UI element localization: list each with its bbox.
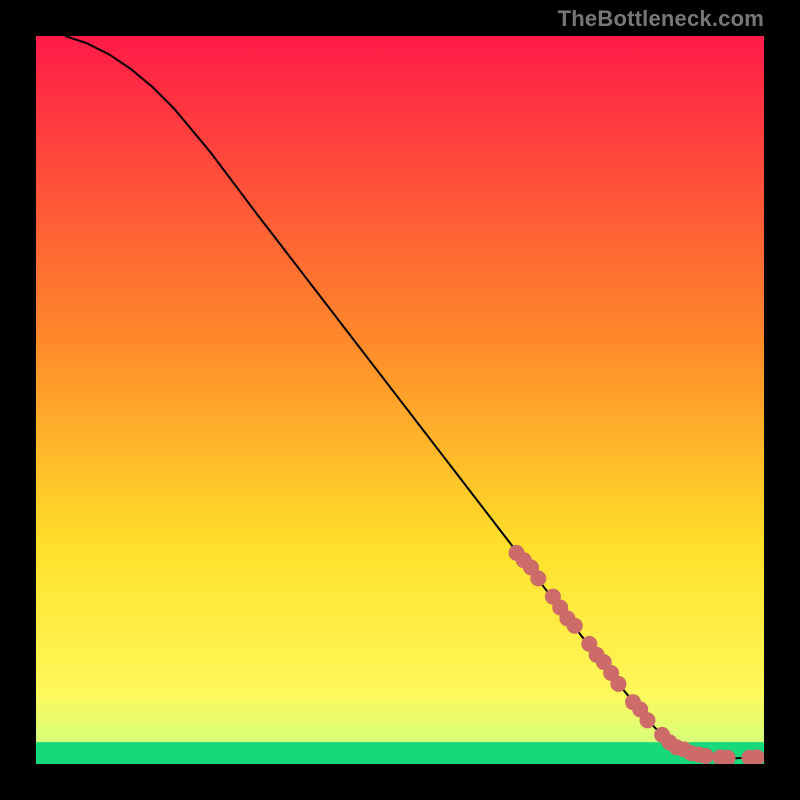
watermark-label: TheBottleneck.com <box>558 6 764 32</box>
highlight-marker <box>749 750 764 764</box>
highlight-marker <box>531 571 546 586</box>
highlight-marker <box>698 749 713 764</box>
chart-stage: TheBottleneck.com <box>0 0 800 800</box>
highlight-marker <box>720 750 735 764</box>
highlight-marker <box>567 618 582 633</box>
plot-area <box>36 36 764 764</box>
highlight-marker <box>640 713 655 728</box>
highlight-marker <box>611 676 626 691</box>
plot-svg <box>36 36 764 764</box>
green-band <box>36 742 764 764</box>
